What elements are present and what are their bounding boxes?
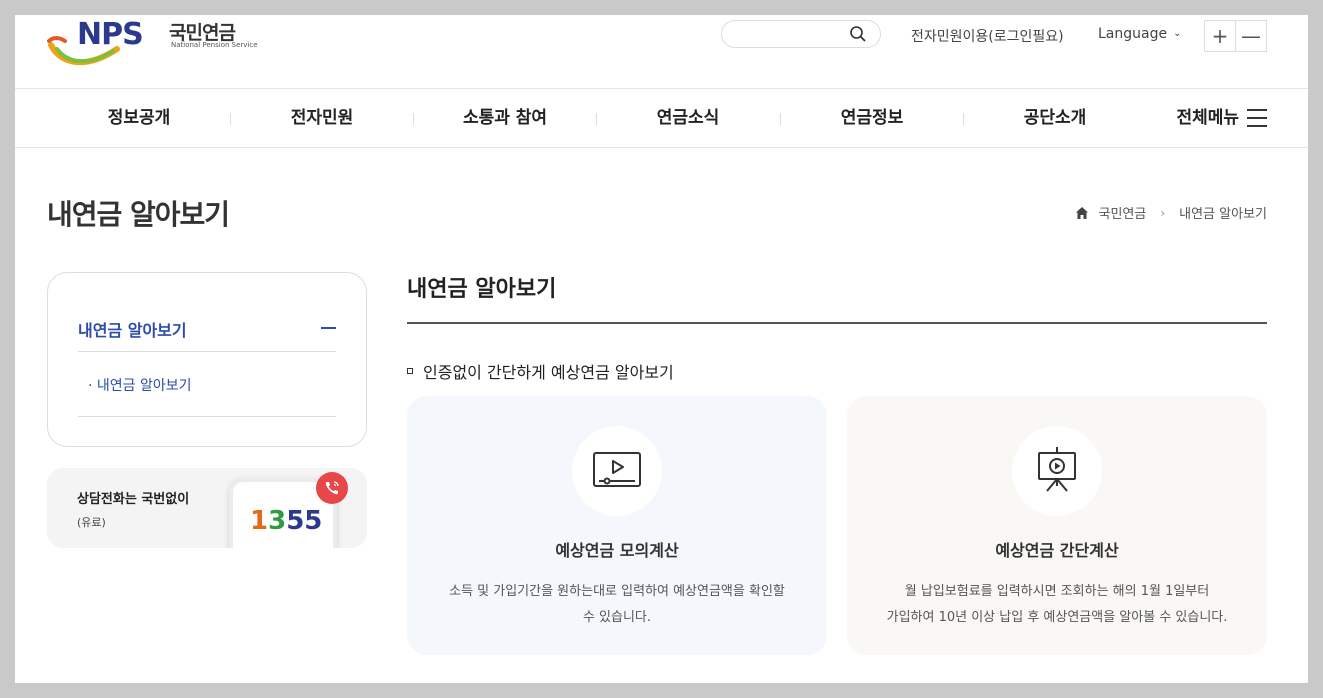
breadcrumb: 국민연금 › 내연금 알아보기	[1076, 203, 1267, 222]
card-title: 예상연금 간단계산	[995, 541, 1119, 560]
side-nav-item-pension-lookup[interactable]: · 내연금 알아보기	[88, 375, 192, 395]
nav-item-pension-news[interactable]: 연금소식	[608, 89, 768, 148]
card-title: 예상연금 모의계산	[555, 541, 679, 560]
search-input[interactable]	[721, 20, 881, 48]
section-heading: 인증없이 간단하게 예상연금 알아보기	[407, 359, 674, 383]
collapse-icon[interactable]	[321, 327, 336, 329]
phone-call-icon	[316, 472, 348, 504]
call-center-number: 1355	[250, 506, 323, 536]
icon-circle	[1012, 426, 1102, 516]
home-icon[interactable]	[1076, 206, 1089, 219]
nav-item-e-civil[interactable]: 전자민원	[242, 89, 402, 148]
nav-divider	[596, 113, 597, 125]
page-title: 내연금 알아보기	[47, 198, 230, 231]
main-navigation: 정보공개 전자민원 소통과 참여 연금소식 연금정보 공단소개 전체메뉴	[15, 89, 1308, 148]
card-description: 월 납입보험료를 입력하시면 조회하는 해의 1월 1일부터 가입하여 10년 …	[886, 584, 1228, 625]
civil-service-link[interactable]: 전자민원이용(로그인필요)	[911, 26, 1064, 46]
side-navigation: 내연금 알아보기 · 내연금 알아보기	[47, 272, 367, 447]
top-bar: NPS 국민연금 National Pension Service 전자민원이용…	[15, 15, 1308, 89]
nav-item-info-disclosure[interactable]: 정보공개	[59, 89, 219, 148]
language-selector[interactable]: Language ⌄	[1098, 26, 1181, 42]
zoom-in-button[interactable]: +	[1205, 21, 1235, 51]
card-description: 소득 및 가입기간을 원하는대로 입력하여 예상연금액을 확인할 수 있습니다.	[449, 584, 785, 625]
page: NPS 국민연금 National Pension Service 전자민원이용…	[15, 15, 1308, 683]
nav-item-pension-info[interactable]: 연금정보	[792, 89, 952, 148]
nav-item-about[interactable]: 공단소개	[975, 89, 1135, 148]
chevron-right-icon: ›	[1160, 205, 1166, 220]
nav-divider	[230, 113, 231, 125]
section-heading-text: 인증없이 간단하게 예상연금 알아보기	[423, 363, 674, 382]
video-play-icon	[593, 452, 641, 487]
nav-divider	[780, 113, 781, 125]
logo-wordmark: NPS	[77, 17, 144, 52]
hamburger-menu-icon[interactable]	[1247, 109, 1267, 127]
simple-calculation-card[interactable]: 예상연금 간단계산 월 납입보험료를 입력하시면 조회하는 해의 1월 1일부터…	[847, 396, 1267, 655]
content-title: 내연금 알아보기	[407, 277, 557, 302]
icon-circle	[572, 426, 662, 516]
search-icon[interactable]	[850, 26, 866, 42]
square-bullet-icon	[407, 368, 413, 374]
zoom-out-button[interactable]: —	[1235, 21, 1266, 51]
nav-divider	[413, 113, 414, 125]
mock-calculation-card[interactable]: 예상연금 모의계산 소득 및 가입기간을 원하는대로 입력하여 예상연금액을 확…	[407, 396, 827, 655]
breadcrumb-item[interactable]: 국민연금	[1098, 203, 1146, 222]
nav-item-all-menu[interactable]: 전체메뉴	[1127, 89, 1239, 148]
side-nav-title[interactable]: 내연금 알아보기	[78, 317, 187, 341]
title-divider	[407, 322, 1267, 324]
logo-english-name: National Pension Service	[171, 41, 258, 49]
divider	[78, 416, 336, 417]
presentation-play-icon	[1038, 447, 1076, 492]
divider	[78, 351, 336, 352]
nps-logo[interactable]: NPS 국민연금 National Pension Service	[47, 15, 258, 71]
call-center-title: 상담전화는 국번없이	[77, 492, 190, 507]
zoom-controls: + —	[1204, 20, 1267, 52]
call-center-note: (유료)	[77, 516, 106, 529]
nav-divider	[963, 113, 964, 125]
breadcrumb-item-current: 내연금 알아보기	[1179, 207, 1267, 222]
nav-item-communication[interactable]: 소통과 참여	[425, 89, 585, 148]
chevron-down-icon: ⌄	[1173, 28, 1182, 39]
language-label: Language	[1098, 26, 1168, 42]
